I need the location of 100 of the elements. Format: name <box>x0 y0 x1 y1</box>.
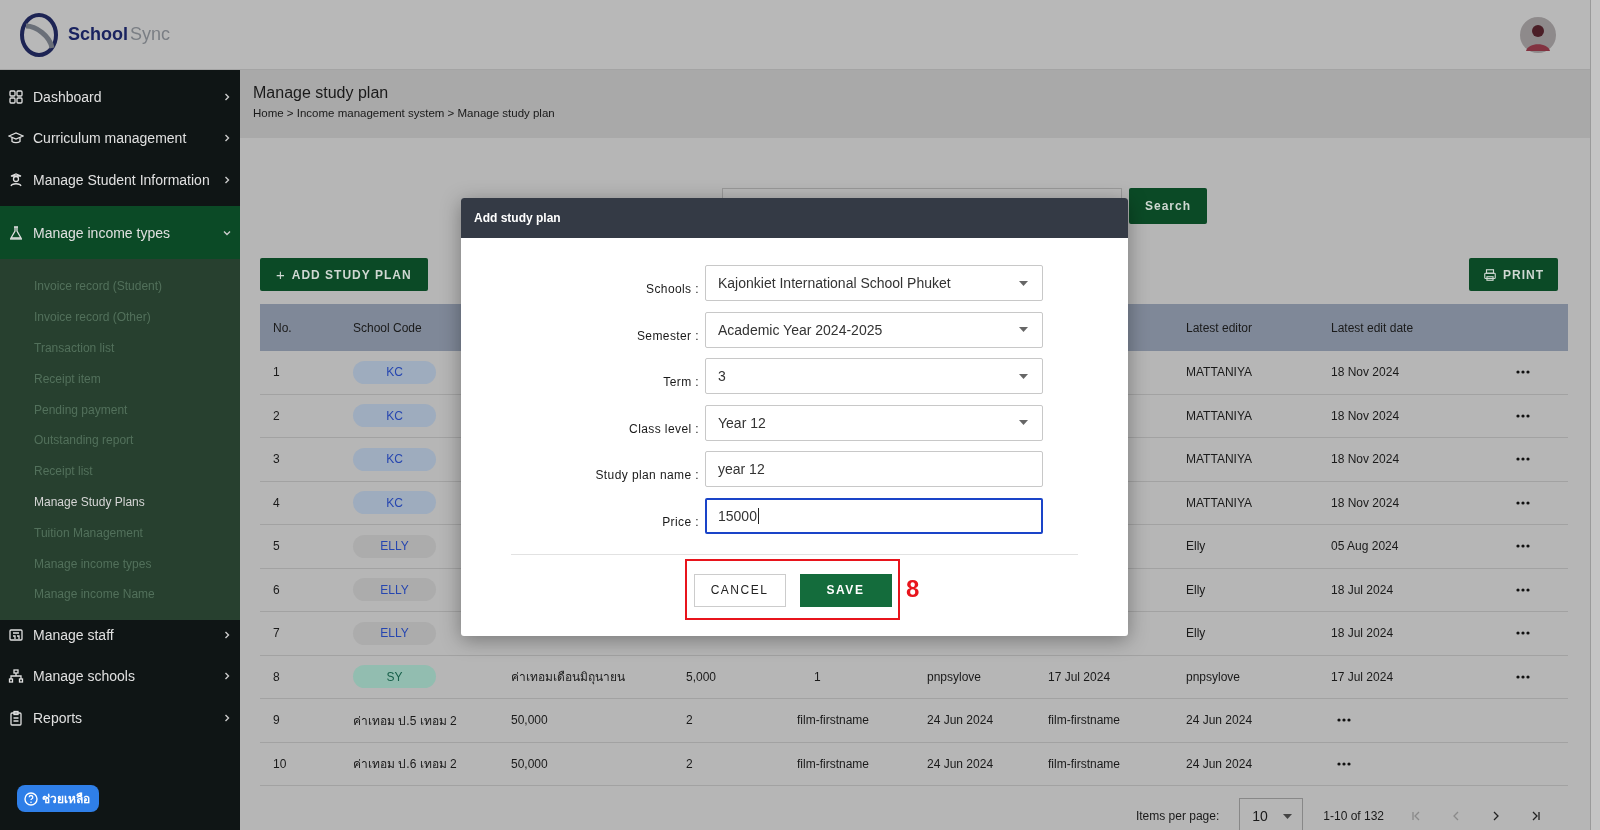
help-button[interactable]: ช่วยเหลือ <box>17 785 99 812</box>
sidebar-item[interactable]: Curriculum management <box>0 123 240 153</box>
more-icon[interactable] <box>1516 587 1530 592</box>
search-button[interactable]: Search <box>1129 188 1208 224</box>
table-cell-text: film-firstname <box>1048 756 1121 771</box>
table-cell-text: 10 <box>273 756 288 771</box>
table-cell-text: ค่าเทอม ป.6 เทอม 2 <box>353 756 458 774</box>
column-header: Latest edit date <box>1331 320 1415 335</box>
chevron-right-icon <box>222 629 232 640</box>
column-header: Latest editor <box>1186 320 1254 335</box>
input-field[interactable]: 15000 <box>705 497 1043 534</box>
more-icon[interactable] <box>1337 718 1351 723</box>
more-icon[interactable] <box>1516 413 1530 418</box>
field-label: Term : <box>662 375 700 391</box>
table-cell-text: 4 <box>273 495 281 510</box>
table-cell-text: Elly <box>1186 539 1207 554</box>
scrollbar[interactable] <box>1590 0 1600 830</box>
student-icon <box>8 171 24 188</box>
more-icon[interactable] <box>1516 457 1530 462</box>
more-icon[interactable] <box>1516 674 1530 679</box>
school-code-tag: KC <box>353 360 436 384</box>
school-code-tag: KC <box>353 447 436 471</box>
more-icon[interactable] <box>1337 761 1351 766</box>
table-cell-text: 17 Jul 2024 <box>1048 669 1112 684</box>
table-cell-text: MATTANIYA <box>1186 408 1253 423</box>
more-icon[interactable] <box>1516 370 1530 375</box>
table-cell-text: 17 Jul 2024 <box>1331 669 1395 684</box>
table-cell-text: pnpsylove <box>927 669 983 684</box>
column-header: No. <box>273 320 293 335</box>
page-size-select[interactable]: 10 <box>1239 798 1304 830</box>
cancel-button[interactable]: CANCEL <box>693 573 786 607</box>
table-cell-text: 9 <box>273 713 281 728</box>
table-cell-text: 50,000 <box>511 756 549 771</box>
hierarchy-icon <box>8 668 24 685</box>
logo-icon <box>18 11 60 58</box>
table-cell-text: 3 <box>273 452 281 467</box>
submenu-item[interactable]: Manage Study Plans <box>0 486 240 518</box>
id-card-icon <box>8 626 24 643</box>
question-icon <box>24 791 38 806</box>
table-cell-text: 24 Jun 2024 <box>927 756 995 771</box>
school-code-tag: SY <box>353 665 436 689</box>
table-cell-text: Elly <box>1186 626 1207 641</box>
input-field[interactable]: year 12 <box>705 451 1043 487</box>
caret-icon <box>1019 280 1028 286</box>
caret-icon <box>1019 420 1028 425</box>
items-per-page-label: Items per page: <box>1135 809 1220 823</box>
table-cell-text: film-firstname <box>797 756 870 771</box>
chevron-right-icon <box>222 712 232 723</box>
table-cell-text: 2 <box>686 713 694 728</box>
field-label: Schools : <box>645 282 700 298</box>
select-field[interactable]: 3 <box>705 358 1043 394</box>
table-cell-text: 8 <box>273 669 281 684</box>
table-cell-text: 1 <box>273 365 281 380</box>
add-study-plan-button[interactable]: + ADD STUDY PLAN <box>260 258 428 291</box>
field-label: Class level : <box>628 421 700 438</box>
grid-icon <box>8 88 24 105</box>
table-cell-text: 24 Jun 2024 <box>1186 713 1254 728</box>
clipboard-icon <box>8 709 24 726</box>
table-cell-text: MATTANIYA <box>1186 495 1253 510</box>
field-label: Semester : <box>635 328 700 345</box>
chevron-right-icon <box>222 91 232 102</box>
table-cell-text: 50,000 <box>511 713 549 728</box>
page-range: 1-10 of 132 <box>1323 809 1384 823</box>
school-code-tag: ELLY <box>353 578 436 602</box>
save-button[interactable]: SAVE <box>799 573 892 607</box>
chevron-right-icon <box>222 174 232 185</box>
table-cell-text: 1 <box>813 669 822 684</box>
table-cell-text: 5 <box>273 539 281 554</box>
sidebar-item[interactable]: Dashboard <box>0 81 240 112</box>
column-header: School Code <box>353 320 423 335</box>
select-field[interactable]: Kajonkiet International School Phuket <box>705 265 1043 301</box>
table-cell-text: 24 Jun 2024 <box>1186 756 1254 771</box>
select-field[interactable]: Academic Year 2024-2025 <box>705 311 1043 348</box>
table-cell-text: 18 Nov 2024 <box>1331 365 1401 380</box>
table-cell-text: 18 Nov 2024 <box>1331 452 1401 467</box>
table-cell-text: film-firstname <box>797 713 870 728</box>
sidebar-item[interactable]: Manage staff <box>0 619 240 650</box>
table-cell-text: pnpsylove <box>1186 669 1242 684</box>
print-button[interactable]: PRINT <box>1469 258 1558 291</box>
more-icon[interactable] <box>1516 631 1530 636</box>
school-code-tag: KC <box>353 491 436 515</box>
avatar[interactable] <box>1520 16 1556 53</box>
table-cell-text: 6 <box>273 582 281 597</box>
flask-icon <box>8 224 24 241</box>
table-cell-text: 18 Jul 2024 <box>1331 582 1395 597</box>
sidebar-item[interactable]: Manage income types <box>0 206 240 259</box>
table-cell-text: 05 Aug 2024 <box>1331 539 1400 554</box>
dialog-title: Add study plan <box>461 198 1128 238</box>
annotation-number: 8 <box>906 575 920 603</box>
sidebar-item[interactable]: Manage Student Information <box>0 164 240 195</box>
more-icon[interactable] <box>1516 544 1530 549</box>
select-field[interactable]: Year 12 <box>705 404 1043 441</box>
sidebar-item[interactable]: Reports <box>0 702 240 733</box>
table-cell-text: 2 <box>686 756 694 771</box>
table-cell-text: film-firstname <box>1048 713 1121 728</box>
table-cell-text: 7 <box>273 626 281 641</box>
more-icon[interactable] <box>1516 500 1530 505</box>
school-code-tag: KC <box>353 404 436 428</box>
school-code-tag: ELLY <box>353 534 436 558</box>
sidebar-item[interactable]: Manage schools <box>0 661 240 692</box>
